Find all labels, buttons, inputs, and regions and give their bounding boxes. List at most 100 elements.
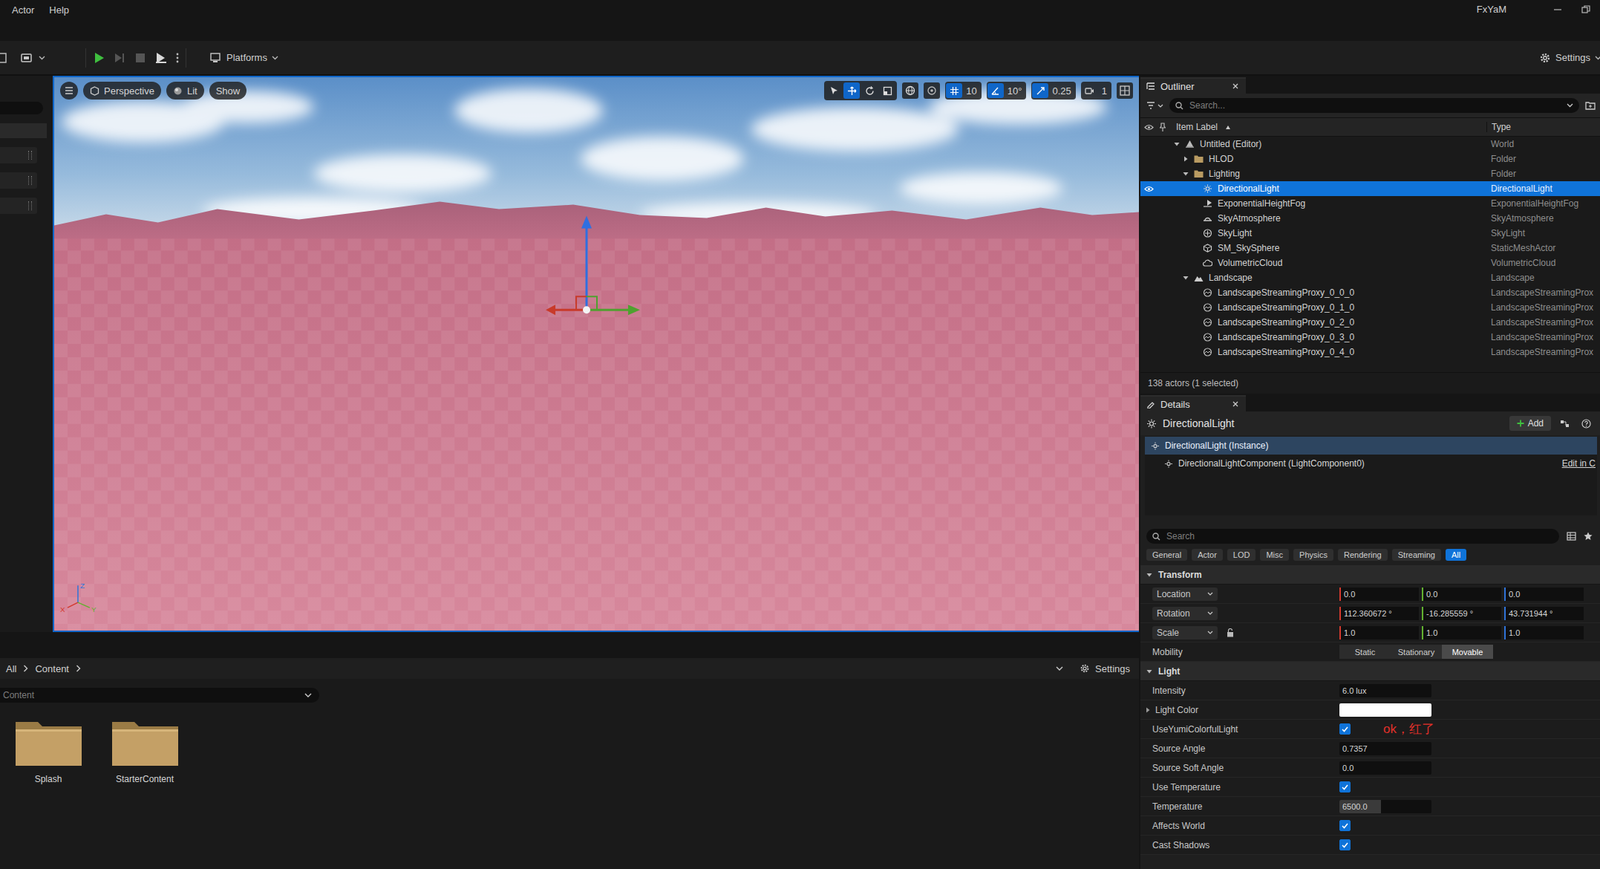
eye-icon[interactable]	[1144, 123, 1154, 131]
details-search[interactable]: Search	[1146, 528, 1560, 544]
add-folder-icon[interactable]	[1585, 100, 1596, 110]
vector-field[interactable]: 1.0	[1421, 625, 1502, 640]
edit-in-cpp-link[interactable]: Edit in C	[1562, 458, 1598, 469]
details-tab[interactable]: Details	[1140, 394, 1246, 412]
breadcrumb-item[interactable]: All	[5, 663, 17, 675]
close-icon[interactable]	[1232, 83, 1239, 90]
expanded-arrow-icon[interactable]	[1182, 274, 1189, 281]
viewport-layout-icon[interactable]	[1116, 82, 1133, 99]
grid-snap[interactable]: 10	[945, 81, 981, 100]
drag-handle-icon[interactable]	[28, 201, 32, 211]
filter-tab[interactable]: All	[1445, 548, 1467, 561]
mobility-option[interactable]: Movable	[1441, 644, 1494, 659]
scene-view[interactable]: ZXY	[54, 77, 1139, 631]
world-space-icon[interactable]	[902, 82, 919, 99]
viewport-plain-button[interactable]: Show	[209, 81, 248, 100]
viewport-menu-button[interactable]	[60, 81, 78, 100]
chevron-right-icon[interactable]	[75, 664, 81, 672]
user-name[interactable]: FxYaM	[1476, 3, 1507, 15]
outliner-row[interactable]: SkyLight SkyLight	[1140, 225, 1600, 241]
vector-field[interactable]: 1.0	[1504, 625, 1584, 640]
outliner-row[interactable]: HLOD Folder	[1140, 151, 1600, 167]
drag-handle-icon[interactable]	[28, 150, 32, 160]
outliner-row[interactable]: ExponentialHeightFog ExponentialHeightFo…	[1140, 196, 1600, 211]
translate-tool-icon[interactable]	[843, 82, 860, 99]
checkbox[interactable]	[1339, 819, 1351, 831]
transform-gizmo[interactable]	[545, 215, 640, 315]
rotate-tool-icon[interactable]	[861, 82, 878, 99]
mobility-option[interactable]: Stationary	[1390, 644, 1442, 659]
restore-icon[interactable]	[1580, 4, 1592, 15]
collapsed-arrow-icon[interactable]	[1182, 155, 1189, 162]
checkbox[interactable]	[1339, 723, 1351, 735]
settings-button[interactable]: Settings	[1539, 51, 1600, 64]
transform-mode-dropdown[interactable]: Scale	[1152, 625, 1218, 640]
camera-speed-snap[interactable]: 1	[1081, 81, 1112, 100]
filter-tab[interactable]: Actor	[1191, 548, 1223, 561]
mobility-option[interactable]: Static	[1339, 644, 1391, 659]
chevron-right-icon[interactable]	[23, 664, 29, 672]
menu-item[interactable]: Help	[44, 2, 74, 18]
viewport-lit-button[interactable]: Lit	[166, 81, 205, 100]
vector-field[interactable]: 0.0	[1504, 587, 1584, 601]
outliner-row[interactable]: Untitled (Editor) World	[1140, 136, 1600, 152]
component-row[interactable]: DirectionalLightComponent (LightComponen…	[1144, 454, 1598, 473]
property-matrix-icon[interactable]	[1566, 531, 1577, 541]
scale-snap-icon[interactable]	[1032, 83, 1049, 99]
expanded-arrow-icon[interactable]	[1182, 170, 1189, 177]
vector-field[interactable]: 0.0	[1421, 587, 1502, 601]
outliner-row[interactable]: LandscapeStreamingProxy_0_1_0 LandscapeS…	[1140, 299, 1600, 315]
save-icon[interactable]	[0, 51, 8, 64]
filter-button[interactable]	[1146, 101, 1164, 110]
panel-row[interactable]	[0, 197, 38, 214]
filter-tab[interactable]: Rendering	[1337, 548, 1388, 561]
history-dropdown-icon[interactable]	[1055, 665, 1064, 672]
filter-tab[interactable]: Physics	[1293, 548, 1334, 561]
checkbox[interactable]	[1339, 781, 1351, 793]
minimize-icon[interactable]	[1552, 4, 1563, 15]
play-icon[interactable]	[92, 51, 106, 65]
outliner-row[interactable]: SkyAtmosphere SkyAtmosphere	[1140, 210, 1600, 226]
advance-frame-icon[interactable]	[112, 51, 127, 65]
drag-handle-icon[interactable]	[28, 175, 32, 185]
column-header[interactable]: Type	[1486, 121, 1600, 133]
panel-row[interactable]	[0, 172, 38, 189]
section-header[interactable]: Light	[1140, 661, 1600, 681]
scale-tool-icon[interactable]	[879, 82, 896, 99]
path-filter-field[interactable]: Content	[0, 687, 320, 703]
vector-field[interactable]: -16.285559 °	[1421, 606, 1502, 620]
column-header[interactable]: Item Label	[1168, 121, 1487, 133]
angle-snap-icon[interactable]	[987, 83, 1004, 99]
blueprint-icon[interactable]	[1556, 417, 1573, 430]
breadcrumb-item[interactable]: Content	[34, 663, 70, 675]
panel-row[interactable]	[0, 147, 38, 164]
menu-item[interactable]: Actor	[7, 2, 39, 18]
color-swatch[interactable]	[1339, 703, 1432, 717]
content-settings-button[interactable]: Settings	[1079, 663, 1131, 675]
outliner-search[interactable]: Search...	[1169, 98, 1580, 113]
transform-mode-dropdown[interactable]: Location	[1152, 587, 1218, 601]
help-icon[interactable]	[1578, 416, 1595, 431]
eject-icon[interactable]	[154, 51, 168, 65]
outliner-row[interactable]: SM_SkySphere StaticMeshActor	[1140, 240, 1600, 256]
number-field[interactable]: 0.0	[1339, 761, 1432, 775]
vector-field[interactable]: 0.0	[1339, 587, 1419, 601]
section-header[interactable]: Transform	[1140, 565, 1600, 585]
platforms-button[interactable]: Platforms	[205, 49, 283, 67]
outliner-row[interactable]: VolumetricCloud VolumetricCloud	[1140, 255, 1600, 271]
filter-tab[interactable]: Streaming	[1392, 548, 1442, 561]
filter-tab[interactable]: LOD	[1227, 548, 1257, 561]
expanded-arrow-icon[interactable]	[1173, 141, 1180, 148]
select-tool-icon[interactable]	[825, 82, 842, 99]
collapsed-arrow-icon[interactable]	[1144, 706, 1151, 713]
outliner-row[interactable]: Landscape Landscape	[1140, 270, 1600, 286]
outliner-row[interactable]: DirectionalLight DirectionalLight	[1140, 181, 1600, 197]
eye-icon[interactable]	[1144, 185, 1154, 193]
more-icon[interactable]	[175, 51, 180, 65]
pin-icon[interactable]	[1159, 122, 1166, 132]
outliner-row[interactable]: Lighting Folder	[1140, 166, 1600, 182]
outliner-row[interactable]: LandscapeStreamingProxy_0_3_0 LandscapeS…	[1140, 329, 1600, 345]
angle-snap[interactable]: 10°	[986, 81, 1027, 100]
unlocked-icon[interactable]	[1226, 628, 1234, 638]
panel-search[interactable]	[0, 101, 44, 115]
